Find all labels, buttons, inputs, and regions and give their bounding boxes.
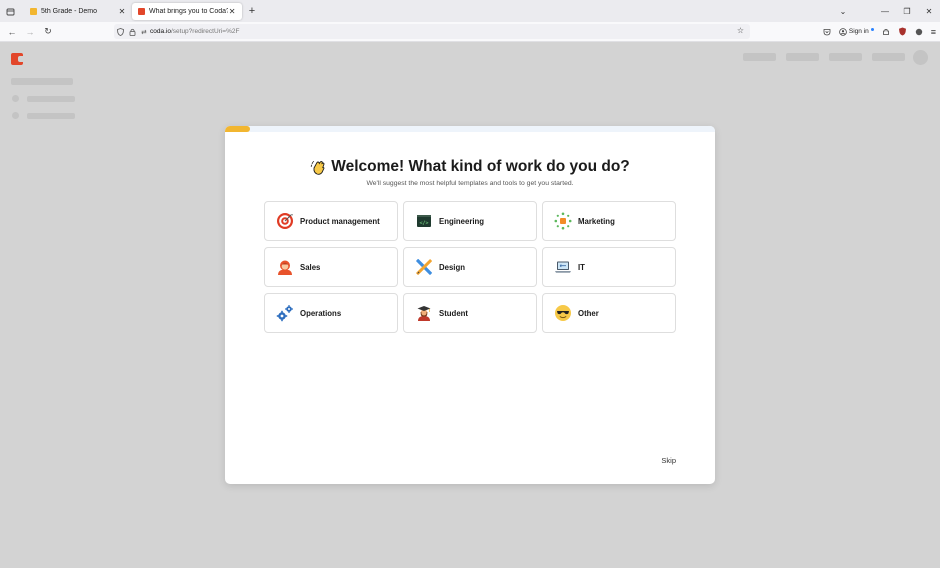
option-label: Design (439, 262, 465, 272)
notification-dot (870, 28, 874, 31)
option-operations[interactable]: Operations (264, 293, 398, 333)
coda-yellow-icon (30, 8, 37, 15)
permissions-icon[interactable]: ⇄ (138, 28, 150, 36)
toolbar-right: Sign in ≡ (819, 22, 940, 41)
sign-in-label: Sign in (848, 28, 869, 35)
reload-icon: ↻ (44, 26, 52, 36)
skeleton-header-pill (872, 53, 905, 61)
window-close-icon[interactable]: ✕ (918, 7, 940, 16)
tab-overflow-chevron-icon[interactable]: ⌄ (832, 7, 854, 16)
tab-what-brings-you[interactable]: What brings you to Coda? ✕ (132, 3, 242, 20)
option-product-management[interactable]: Product management (264, 201, 398, 241)
back-button[interactable]: ← (3, 22, 21, 41)
progress-fill (225, 126, 250, 132)
tab-title: 5th Grade - Demo (41, 8, 98, 15)
tab-5th-grade-demo[interactable]: 5th Grade - Demo ✕ (24, 3, 132, 20)
ruler-pencil-icon (415, 258, 433, 276)
shield-icon[interactable] (114, 27, 126, 36)
menu-hamburger-icon[interactable]: ≡ (931, 27, 936, 37)
option-engineering[interactable]: </> Engineering (403, 201, 537, 241)
restore-icon[interactable]: ❐ (896, 7, 918, 16)
skeleton-sidebar-dot (12, 95, 19, 102)
new-tab-button[interactable]: + (242, 0, 262, 22)
gears-icon (276, 304, 294, 322)
svg-text:</>: </> (419, 221, 428, 227)
puzzle-extension-icon[interactable] (915, 28, 923, 36)
tab-list-button[interactable] (0, 0, 20, 22)
minimize-icon[interactable]: — (874, 7, 896, 16)
address-bar[interactable]: ⇄ coda.io/setup?redirectUri=%2F ☆ (114, 24, 750, 39)
option-sales[interactable]: Sales (264, 247, 398, 287)
window-controls: ⌄ — ❐ ✕ (832, 0, 940, 22)
waving-hand-icon (311, 160, 325, 175)
sunglasses-face-icon (554, 304, 572, 322)
skeleton-avatar (913, 50, 928, 65)
tab-list-icon (6, 8, 14, 15)
person-icon (276, 258, 294, 276)
browser-nav-bar: ← → ↻ ⇄ coda.io/setup?redirectUri=%2F ☆ … (0, 22, 940, 42)
coda-logo-icon (11, 53, 23, 65)
reload-button[interactable]: ↻ (39, 22, 57, 41)
skeleton-sidebar-dot (12, 112, 19, 119)
option-label: Product management (300, 216, 380, 226)
modal-title-text: Welcome! What kind of work do you do? (331, 158, 630, 175)
url-host: coda.io (150, 28, 171, 35)
option-student[interactable]: Student (403, 293, 537, 333)
onboarding-modal: Welcome! What kind of work do you do? We… (225, 126, 715, 484)
skip-button[interactable]: Skip (661, 456, 676, 465)
skeleton-sidebar-item (27, 96, 75, 102)
tab-close-icon[interactable]: ✕ (118, 7, 126, 16)
skeleton-sidebar-item (27, 113, 75, 119)
ublock-icon[interactable] (898, 27, 907, 36)
laptop-icon (554, 258, 572, 276)
option-label: Marketing (578, 216, 615, 226)
option-other[interactable]: Other (542, 293, 676, 333)
option-label: Operations (300, 308, 342, 318)
browser-tab-bar: 5th Grade - Demo ✕ What brings you to Co… (0, 0, 940, 22)
account-icon (839, 27, 847, 36)
skeleton-sidebar-heading (11, 78, 73, 85)
pocket-icon[interactable] (823, 28, 831, 36)
coda-red-icon (138, 8, 145, 15)
lock-icon[interactable] (126, 28, 138, 36)
option-label: Engineering (439, 216, 485, 226)
graduate-icon (415, 304, 433, 322)
extensions-icon[interactable] (882, 28, 890, 36)
skeleton-header-pill (829, 53, 862, 61)
back-arrow-icon: ← (7, 26, 17, 37)
modal-title: Welcome! What kind of work do you do? (225, 158, 715, 176)
option-label: Other (578, 308, 599, 318)
option-it[interactable]: IT (542, 247, 676, 287)
forward-button[interactable]: → (21, 22, 39, 41)
option-design[interactable]: Design (403, 247, 537, 287)
forward-arrow-icon: → (25, 26, 35, 37)
work-type-options: Product management </> Engineering Marke… (264, 201, 676, 333)
megaphone-burst-icon (554, 212, 572, 230)
sign-in-button[interactable]: Sign in (839, 27, 874, 36)
option-marketing[interactable]: Marketing (542, 201, 676, 241)
tab-close-icon[interactable]: ✕ (228, 7, 236, 16)
target-icon (276, 212, 294, 230)
skeleton-header-pill (786, 53, 819, 61)
progress-bar (225, 126, 715, 132)
option-label: Sales (300, 262, 321, 272)
plus-icon: + (248, 5, 256, 17)
skeleton-header-pill (743, 53, 776, 61)
modal-subtitle: We'll suggest the most helpful templates… (366, 180, 574, 187)
code-terminal-icon: </> (415, 212, 433, 230)
option-label: Student (439, 308, 469, 318)
url-path: /setup?redirectUri=%2F (170, 28, 240, 35)
tab-title: What brings you to Coda? (149, 8, 229, 15)
option-label: IT (578, 262, 585, 272)
bookmark-star-icon[interactable]: ☆ (737, 26, 744, 35)
